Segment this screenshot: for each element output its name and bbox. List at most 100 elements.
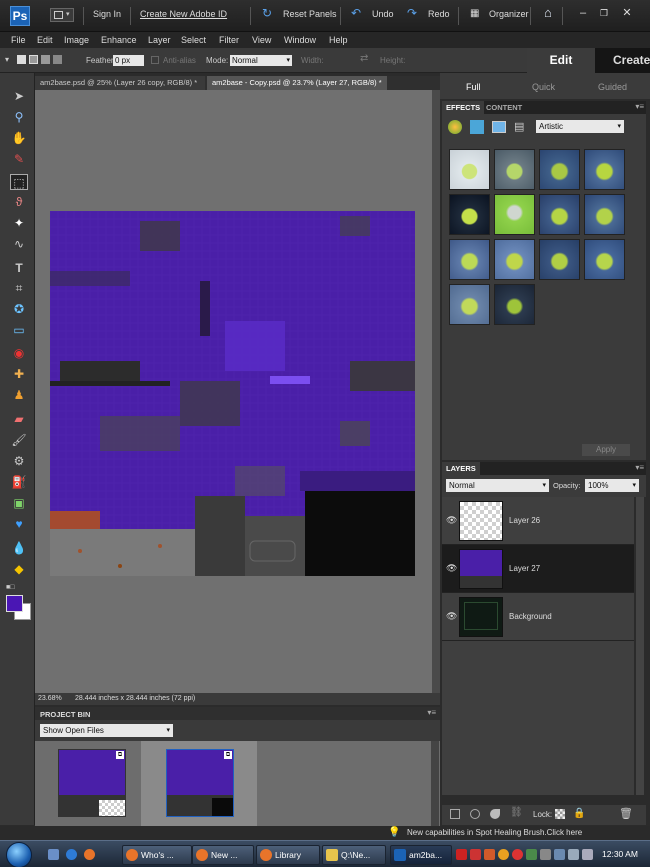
- subtract-selection-icon[interactable]: [41, 55, 50, 64]
- tip-link[interactable]: New capabilities in Spot Healing Brush.C…: [407, 828, 582, 837]
- show-desktop-icon[interactable]: [48, 849, 59, 860]
- tab-effects[interactable]: EFFECTS: [442, 101, 485, 114]
- effect-thumb-10[interactable]: [494, 239, 535, 280]
- effect-thumb-4[interactable]: [584, 149, 625, 190]
- visibility-eye-icon[interactable]: 👁: [446, 515, 457, 526]
- menu-layer[interactable]: Layer: [148, 35, 171, 45]
- tab-edit[interactable]: Edit: [527, 48, 595, 73]
- layer-row-layer-27[interactable]: 👁 Layer 27: [442, 545, 634, 593]
- effect-thumb-12[interactable]: [584, 239, 625, 280]
- eyedropper-tool-icon[interactable]: ✎: [10, 151, 28, 167]
- brush-tool-icon[interactable]: 🖌: [10, 432, 28, 448]
- red-eye-tool-icon[interactable]: ◉: [10, 345, 28, 361]
- tab-full[interactable]: Full: [466, 82, 481, 92]
- link-layers-icon[interactable]: ⛓: [510, 807, 523, 818]
- effect-thumb-11[interactable]: [539, 239, 580, 280]
- tab-create[interactable]: Create: [595, 48, 650, 73]
- anti-alias-checkbox[interactable]: [151, 56, 159, 64]
- volume-icon[interactable]: [582, 849, 593, 860]
- crop-tool-icon[interactable]: ⌗: [10, 280, 28, 296]
- bin-thumbnail-am2base-copy[interactable]: ⧉: [166, 749, 234, 817]
- magic-wand-tool-icon[interactable]: ✦: [10, 215, 28, 231]
- mode-select[interactable]: Normal ▾: [230, 55, 292, 66]
- new-layer-icon[interactable]: [450, 809, 460, 819]
- quick-selection-tool-icon[interactable]: ∿: [10, 236, 28, 252]
- layer-name[interactable]: Layer 26: [509, 516, 540, 525]
- tab-guided[interactable]: Guided: [598, 82, 627, 92]
- filters-category-icon[interactable]: [448, 120, 462, 134]
- menu-help[interactable]: Help: [329, 35, 348, 45]
- layer-row-background[interactable]: 👁 Background: [442, 593, 634, 641]
- healing-brush-tool-icon[interactable]: ✚: [10, 366, 28, 382]
- effect-thumb-8[interactable]: [584, 194, 625, 235]
- adjustment-layer-icon[interactable]: [470, 809, 480, 819]
- effect-thumb-13[interactable]: [449, 284, 490, 325]
- default-colors-icon[interactable]: ■□: [6, 584, 14, 591]
- tray-icon-c[interactable]: [498, 849, 509, 860]
- trash-icon[interactable]: 🗑: [619, 807, 633, 820]
- bin-scrollbar[interactable]: [431, 741, 439, 826]
- intersect-selection-icon[interactable]: [53, 55, 62, 64]
- canvas-scrollbar-vertical[interactable]: [432, 90, 440, 693]
- foreground-color-swatch[interactable]: [6, 595, 23, 612]
- lock-all-icon[interactable]: 🔒: [573, 808, 585, 819]
- home-icon[interactable]: ⌂: [544, 5, 552, 20]
- ie-quicklaunch-icon[interactable]: [66, 849, 77, 860]
- restore-icon[interactable]: ❐: [597, 6, 611, 20]
- tray-icon-e[interactable]: [526, 849, 537, 860]
- tray-icon-d[interactable]: [512, 849, 523, 860]
- redo-button[interactable]: Redo: [428, 9, 450, 19]
- sign-in-link[interactable]: Sign In: [93, 9, 121, 19]
- effect-thumb-9[interactable]: [449, 239, 490, 280]
- panel-menu-icon[interactable]: ▾≡: [427, 708, 436, 717]
- menu-select[interactable]: Select: [181, 35, 206, 45]
- feather-input[interactable]: 0 px: [113, 55, 144, 66]
- visibility-eye-icon[interactable]: 👁: [446, 563, 457, 574]
- show-all-icon[interactable]: ▤: [514, 120, 524, 133]
- tray-icon-acrobat[interactable]: [456, 849, 467, 860]
- layer-name[interactable]: Layer 27: [509, 564, 540, 573]
- new-selection-icon[interactable]: [17, 55, 26, 64]
- effect-thumb-14[interactable]: [494, 284, 535, 325]
- show-open-files-select[interactable]: Show Open Files ▾: [40, 724, 173, 737]
- taskbar-button-firefox-1[interactable]: Who's ...: [122, 845, 192, 865]
- menu-enhance[interactable]: Enhance: [101, 35, 137, 45]
- tab-quick[interactable]: Quick: [532, 82, 555, 92]
- layers-scrollbar[interactable]: [636, 497, 644, 795]
- layer-styles-icon[interactable]: [470, 120, 484, 134]
- create-adobe-id-link[interactable]: Create New Adobe ID: [140, 9, 227, 19]
- sponge-tool-icon[interactable]: ◆: [10, 561, 28, 577]
- taskbar-button-explorer[interactable]: Q:\Ne...: [322, 845, 386, 865]
- effect-thumb-7[interactable]: [539, 194, 580, 235]
- straighten-tool-icon[interactable]: ▭: [10, 322, 28, 338]
- clock[interactable]: 12:30 AM: [602, 849, 638, 859]
- layer-name[interactable]: Background: [509, 612, 552, 621]
- bin-thumbnail-am2base[interactable]: ⧉: [58, 749, 126, 817]
- blend-mode-select[interactable]: Normal ▾: [446, 479, 549, 492]
- lock-transparency-icon[interactable]: [555, 809, 565, 819]
- layer-row-layer-26[interactable]: 👁 Layer 26: [442, 497, 634, 545]
- effect-thumb-1[interactable]: [449, 149, 490, 190]
- tray-icon-b[interactable]: [484, 849, 495, 860]
- doc-tab-am2base-copy[interactable]: am2base - Copy.psd @ 23.7% (Layer 27, RG…: [207, 76, 387, 90]
- menu-filter[interactable]: Filter: [219, 35, 239, 45]
- eraser-tool-icon[interactable]: ▰: [10, 411, 28, 427]
- zoom-tool-icon[interactable]: ⚲: [10, 109, 28, 125]
- clone-stamp-tool-icon[interactable]: ♟: [10, 387, 28, 403]
- marquee-tool-icon[interactable]: ⬚: [10, 174, 28, 190]
- gradient-tool-icon[interactable]: ▣: [10, 495, 28, 511]
- firefox-quicklaunch-icon[interactable]: [84, 849, 95, 860]
- panel-menu-icon[interactable]: ▾≡: [635, 463, 644, 472]
- apply-button[interactable]: Apply: [582, 444, 630, 456]
- minimize-icon[interactable]: –: [576, 6, 590, 20]
- start-button[interactable]: [6, 842, 32, 867]
- type-tool-icon[interactable]: T: [10, 260, 28, 276]
- menu-image[interactable]: Image: [64, 35, 89, 45]
- effects-category-select[interactable]: Artistic ▾: [536, 120, 624, 133]
- smart-brush-tool-icon[interactable]: ⚙: [10, 453, 28, 469]
- doc-tab-am2base[interactable]: am2base.psd @ 25% (Layer 26 copy, RGB/8)…: [35, 76, 205, 90]
- taskbar-button-firefox-2[interactable]: New ...: [192, 845, 254, 865]
- blur-tool-icon[interactable]: 💧: [10, 540, 28, 556]
- tray-icon-f[interactable]: [540, 849, 551, 860]
- network-icon[interactable]: [568, 849, 579, 860]
